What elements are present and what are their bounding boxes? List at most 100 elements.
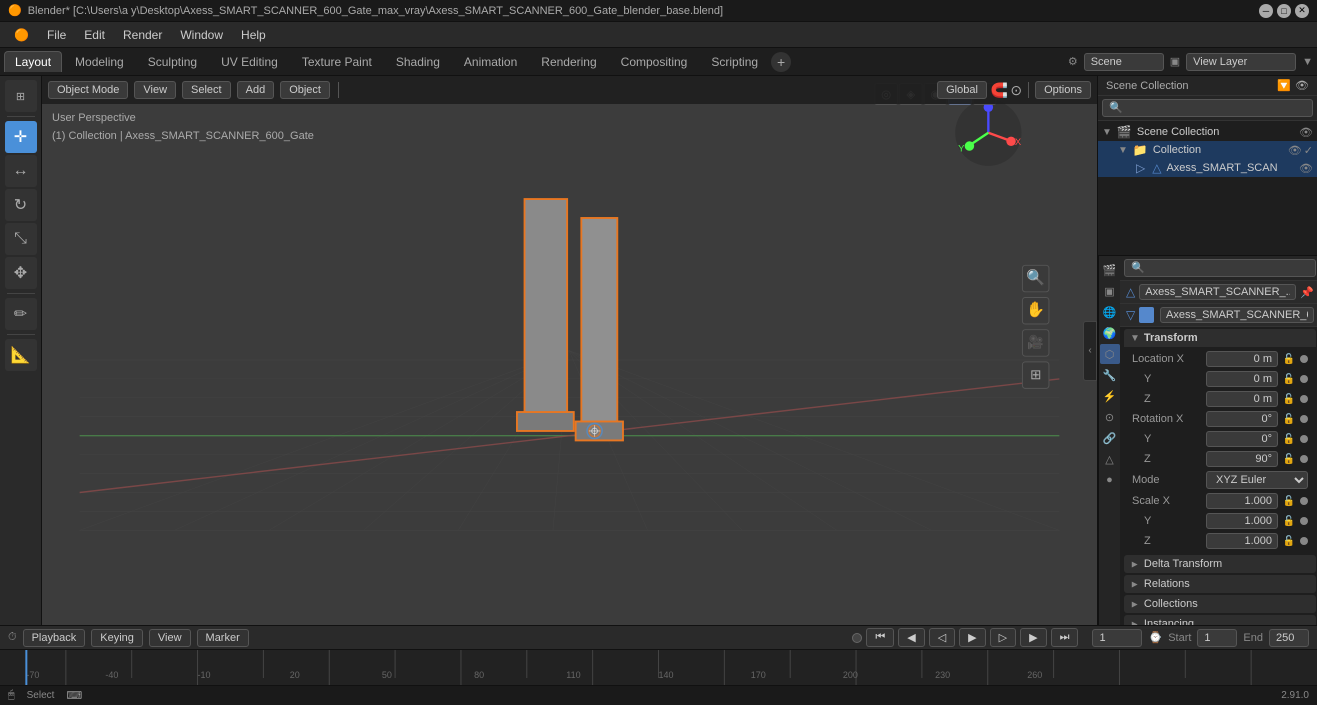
- tool-transform[interactable]: ✥: [5, 257, 37, 289]
- scale-x-keyframe[interactable]: [1300, 497, 1308, 505]
- prop-world-icon[interactable]: 🌍: [1100, 323, 1120, 343]
- prop-physics-icon[interactable]: ⊙: [1100, 407, 1120, 427]
- prop-constraints-icon[interactable]: 🔗: [1100, 428, 1120, 448]
- outliner-collection[interactable]: ▼ 📁 Collection 👁 ✓: [1098, 141, 1317, 159]
- next-keyframe-button[interactable]: ▷: [990, 628, 1016, 647]
- rotation-mode-select[interactable]: XYZ Euler: [1206, 471, 1308, 489]
- options-button[interactable]: Options: [1035, 81, 1091, 99]
- scale-x-lock[interactable]: 🔓: [1282, 494, 1296, 508]
- menu-edit[interactable]: Edit: [76, 26, 113, 44]
- current-frame-input[interactable]: [1092, 629, 1142, 647]
- prev-keyframe-button[interactable]: ◁: [929, 628, 955, 647]
- snap-icon[interactable]: 🧲: [991, 82, 1008, 99]
- tool-measure[interactable]: 📐: [5, 339, 37, 371]
- instancing-header[interactable]: ▼ Instancing: [1124, 615, 1316, 625]
- prop-scene-settings-icon[interactable]: 🌐: [1100, 302, 1120, 322]
- prop-object-icon[interactable]: ⬡: [1100, 344, 1120, 364]
- tool-cursor[interactable]: ✛: [5, 121, 37, 153]
- tab-layout[interactable]: Layout: [4, 51, 62, 72]
- maximize-button[interactable]: □: [1277, 4, 1291, 18]
- location-x-keyframe[interactable]: [1300, 355, 1308, 363]
- record-button[interactable]: [852, 633, 862, 643]
- collection-check-icon[interactable]: ✓: [1304, 144, 1313, 157]
- window-controls[interactable]: ─ □ ✕: [1259, 4, 1309, 18]
- object-name-field[interactable]: [1139, 284, 1296, 300]
- rotation-z-value[interactable]: 90°: [1206, 451, 1278, 467]
- location-y-value[interactable]: 0 m: [1206, 371, 1278, 387]
- marker-menu[interactable]: Marker: [197, 629, 249, 647]
- scene-eye-icon[interactable]: 👁: [1299, 126, 1313, 139]
- viewport-mode-button[interactable]: Object Mode: [48, 81, 128, 99]
- tool-move[interactable]: ↔: [5, 155, 37, 187]
- prop-particles-icon[interactable]: ⚡: [1100, 386, 1120, 406]
- next-frame-button[interactable]: ▶: [1020, 628, 1046, 647]
- scale-y-keyframe[interactable]: [1300, 517, 1308, 525]
- start-frame-input[interactable]: [1197, 629, 1237, 647]
- scale-z-lock[interactable]: 🔓: [1282, 534, 1296, 548]
- tool-scale[interactable]: ⤡: [5, 223, 37, 255]
- add-workspace-button[interactable]: +: [771, 52, 791, 72]
- tab-shading[interactable]: Shading: [385, 51, 451, 72]
- viewport-select-menu[interactable]: Select: [182, 81, 231, 99]
- tab-sculpting[interactable]: Sculpting: [137, 51, 208, 72]
- relations-header[interactable]: ▼ Relations: [1124, 575, 1316, 593]
- prop-scene-icon[interactable]: 🎬: [1100, 260, 1120, 280]
- scale-x-value[interactable]: 1.000: [1206, 493, 1278, 509]
- menu-blender[interactable]: 🟠: [6, 26, 37, 44]
- location-y-keyframe[interactable]: [1300, 375, 1308, 383]
- rotation-x-value[interactable]: 0°: [1206, 411, 1278, 427]
- prop-renderlayer-icon[interactable]: ▣: [1100, 281, 1120, 301]
- tool-annotate[interactable]: ✏: [5, 298, 37, 330]
- rotation-y-lock[interactable]: 🔓: [1282, 432, 1296, 446]
- tab-scripting[interactable]: Scripting: [700, 51, 769, 72]
- menu-render[interactable]: Render: [115, 26, 170, 44]
- scale-y-lock[interactable]: 🔓: [1282, 514, 1296, 528]
- keying-menu[interactable]: Keying: [91, 629, 143, 647]
- tab-compositing[interactable]: Compositing: [610, 51, 699, 72]
- menu-window[interactable]: Window: [172, 26, 231, 44]
- collections-header[interactable]: ▼ Collections: [1124, 595, 1316, 613]
- rotation-z-lock[interactable]: 🔓: [1282, 452, 1296, 466]
- transform-orientation[interactable]: Global: [937, 81, 987, 99]
- close-button[interactable]: ✕: [1295, 4, 1309, 18]
- viewport-add-menu[interactable]: Add: [237, 81, 275, 99]
- rotation-x-keyframe[interactable]: [1300, 415, 1308, 423]
- prop-modifier-icon[interactable]: 🔧: [1100, 365, 1120, 385]
- 3d-viewport[interactable]: Object Mode View Select Add Object Globa…: [42, 76, 1097, 625]
- location-z-lock[interactable]: 🔓: [1282, 392, 1296, 406]
- menu-help[interactable]: Help: [233, 26, 274, 44]
- rotation-y-keyframe[interactable]: [1300, 435, 1308, 443]
- data-name-field[interactable]: [1160, 307, 1314, 323]
- collapse-panel-button[interactable]: ‹: [1083, 321, 1097, 381]
- tab-uv-editing[interactable]: UV Editing: [210, 51, 289, 72]
- scale-z-keyframe[interactable]: [1300, 537, 1308, 545]
- props-search-input[interactable]: [1124, 259, 1316, 277]
- tab-modeling[interactable]: Modeling: [64, 51, 135, 72]
- scene-selector[interactable]: [1084, 53, 1164, 71]
- rotation-z-keyframe[interactable]: [1300, 455, 1308, 463]
- end-frame-input[interactable]: [1269, 629, 1309, 647]
- outliner-scene-collection[interactable]: ▼ 🎬 Scene Collection 👁: [1098, 123, 1317, 141]
- jump-end-button[interactable]: ⏭: [1051, 628, 1079, 647]
- tool-mode-selector[interactable]: ⊞: [5, 80, 37, 112]
- location-x-value[interactable]: 0 m: [1206, 351, 1278, 367]
- minimize-button[interactable]: ─: [1259, 4, 1273, 18]
- pin-icon[interactable]: 📌: [1300, 286, 1314, 299]
- outliner-filter-icon[interactable]: 🔽: [1277, 79, 1291, 92]
- tab-rendering[interactable]: Rendering: [530, 51, 607, 72]
- jump-start-button[interactable]: ⏮: [866, 628, 894, 647]
- scale-z-value[interactable]: 1.000: [1206, 533, 1278, 549]
- tool-rotate[interactable]: ↻: [5, 189, 37, 221]
- transform-header[interactable]: ▼ Transform: [1124, 329, 1316, 347]
- scale-y-value[interactable]: 1.000: [1206, 513, 1278, 529]
- rotation-y-value[interactable]: 0°: [1206, 431, 1278, 447]
- outliner-eye-icon[interactable]: 👁: [1295, 79, 1309, 92]
- timeline-view-menu[interactable]: View: [149, 629, 191, 647]
- tab-texture-paint[interactable]: Texture Paint: [291, 51, 383, 72]
- viewport-object-menu[interactable]: Object: [280, 81, 330, 99]
- play-button[interactable]: ▶: [959, 628, 985, 647]
- rotation-x-lock[interactable]: 🔓: [1282, 412, 1296, 426]
- location-y-lock[interactable]: 🔓: [1282, 372, 1296, 386]
- outliner-mesh-item[interactable]: ▷ △ Axess_SMART_SCAN 👁: [1098, 159, 1317, 177]
- menu-file[interactable]: File: [39, 26, 74, 44]
